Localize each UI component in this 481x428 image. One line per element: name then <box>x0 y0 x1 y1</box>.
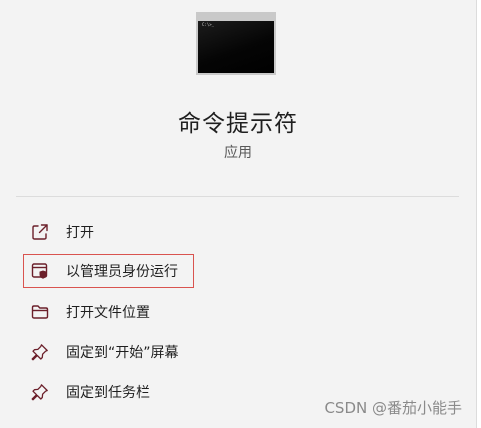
menu-item-label: 固定到“开始”屏幕 <box>66 345 179 361</box>
open-external-icon <box>30 222 50 242</box>
console-prompt-text: C:\>_ <box>202 22 215 27</box>
app-type-label: 应用 <box>224 145 252 161</box>
menu-item-label: 打开 <box>66 225 94 241</box>
menu-item-label: 以管理员身份运行 <box>66 264 178 280</box>
menu-item-label: 固定到任务栏 <box>66 385 150 401</box>
icon-title-strip <box>198 14 274 21</box>
scroll-edge <box>476 0 481 428</box>
app-title: 命令提示符 <box>178 111 298 137</box>
folder-icon <box>30 302 50 322</box>
pin-icon <box>30 342 50 362</box>
start-search-result-panel: C:\>_ 命令提示符 应用 打开 以管理员身份运行 打开文件位置 固定到“开始… <box>0 0 476 428</box>
run-as-admin-shield-icon <box>30 261 50 281</box>
command-prompt-icon[interactable]: C:\>_ <box>196 12 276 75</box>
menu-item-open[interactable]: 打开 <box>24 215 424 249</box>
pin-icon <box>30 382 50 402</box>
menu-item-run-as-admin[interactable]: 以管理员身份运行 <box>23 254 194 288</box>
watermark: CSDN @番茄小能手 <box>324 399 462 417</box>
divider <box>16 196 459 197</box>
icon-console-area: C:\>_ <box>198 21 274 73</box>
menu-item-open-file-location[interactable]: 打开文件位置 <box>24 295 424 329</box>
menu-item-label: 打开文件位置 <box>66 305 150 321</box>
menu-item-pin-to-start[interactable]: 固定到“开始”屏幕 <box>24 335 424 369</box>
